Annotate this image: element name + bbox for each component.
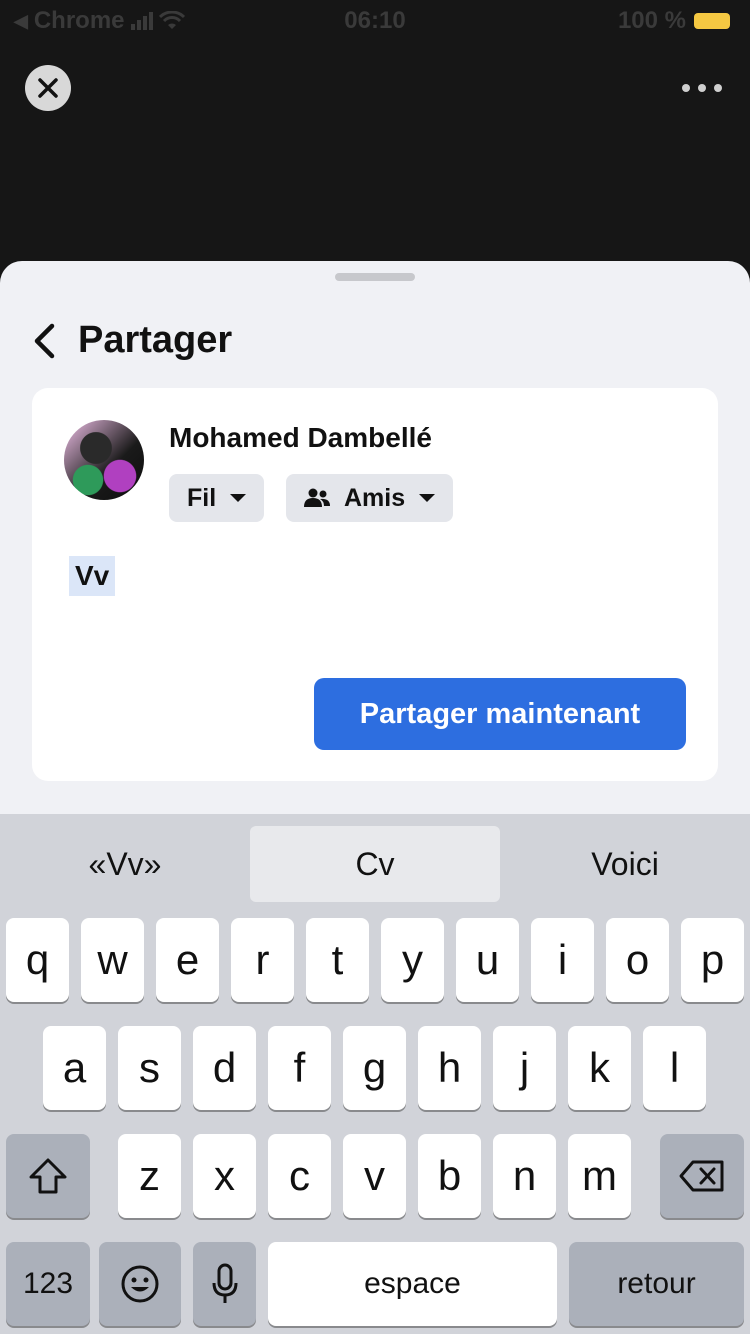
more-options-button[interactable] <box>682 78 722 98</box>
space-key[interactable]: espace <box>268 1242 557 1326</box>
key-i[interactable]: i <box>531 918 594 1002</box>
battery-percent: 100 % <box>617 7 686 34</box>
key-j[interactable]: j <box>493 1026 556 1110</box>
key-q[interactable]: q <box>6 918 69 1002</box>
status-bar: ◀ Chrome 06:10 100 % <box>0 0 750 40</box>
audience-selector[interactable]: Fil <box>169 474 265 522</box>
key-e[interactable]: e <box>156 918 219 1002</box>
key-f[interactable]: f <box>268 1026 331 1110</box>
sheet-grabber[interactable] <box>335 273 415 281</box>
key-h[interactable]: h <box>418 1026 481 1110</box>
dictation-key[interactable] <box>193 1242 256 1326</box>
key-s[interactable]: s <box>118 1026 181 1110</box>
chevron-left-icon[interactable] <box>32 323 56 359</box>
caret-down-icon <box>419 494 436 502</box>
key-r[interactable]: r <box>231 918 294 1002</box>
keyboard: «Vv» Cv Voici q w e r t y u i o p a s d … <box>0 814 750 1334</box>
key-t[interactable]: t <box>306 918 369 1002</box>
key-l[interactable]: l <box>643 1026 706 1110</box>
emoji-key[interactable] <box>99 1242 181 1326</box>
key-z[interactable]: z <box>118 1134 181 1218</box>
key-w[interactable]: w <box>81 918 144 1002</box>
numbers-key[interactable]: 123 <box>6 1242 90 1326</box>
microphone-icon <box>212 1263 237 1303</box>
return-key[interactable]: retour <box>569 1242 744 1326</box>
close-icon <box>38 78 58 98</box>
key-y[interactable]: y <box>381 918 444 1002</box>
key-x[interactable]: x <box>193 1134 256 1218</box>
suggestion-2[interactable]: Cv <box>250 826 500 902</box>
key-n[interactable]: n <box>493 1134 556 1218</box>
status-right: 100 % <box>618 7 730 35</box>
key-g[interactable]: g <box>343 1026 406 1110</box>
key-a[interactable]: a <box>43 1026 106 1110</box>
avatar <box>64 420 144 500</box>
key-b[interactable]: b <box>418 1134 481 1218</box>
backspace-key[interactable] <box>660 1134 744 1218</box>
friends-icon <box>304 488 330 507</box>
page-title: Partager <box>78 319 233 361</box>
close-button[interactable] <box>25 65 71 111</box>
more-horizontal-icon <box>682 84 690 92</box>
key-p[interactable]: p <box>681 918 744 1002</box>
emoji-icon <box>121 1265 159 1303</box>
key-c[interactable]: c <box>268 1134 331 1218</box>
sheet-header: Partager <box>32 319 232 362</box>
audience-label: Fil <box>187 483 217 512</box>
suggestion-3[interactable]: Voici <box>500 826 750 902</box>
backspace-icon <box>679 1160 724 1192</box>
key-o[interactable]: o <box>606 918 669 1002</box>
shift-icon <box>29 1158 67 1194</box>
share-now-button[interactable]: Partager maintenant <box>314 678 686 750</box>
privacy-label: Amis <box>344 483 406 512</box>
user-name: Mohamed Dambellé <box>169 422 432 453</box>
shift-key[interactable] <box>6 1134 90 1218</box>
privacy-selector[interactable]: Amis <box>286 474 454 522</box>
battery-icon <box>694 13 730 29</box>
key-v[interactable]: v <box>343 1134 406 1218</box>
key-k[interactable]: k <box>568 1026 631 1110</box>
key-m[interactable]: m <box>568 1134 631 1218</box>
suggestion-1[interactable]: «Vv» <box>0 826 250 902</box>
caret-down-icon <box>230 494 247 502</box>
post-text-input[interactable]: Vv <box>69 556 116 596</box>
share-card: Mohamed Dambellé Fil Amis Vv Partager ma… <box>32 388 718 781</box>
key-d[interactable]: d <box>193 1026 256 1110</box>
key-u[interactable]: u <box>456 918 519 1002</box>
